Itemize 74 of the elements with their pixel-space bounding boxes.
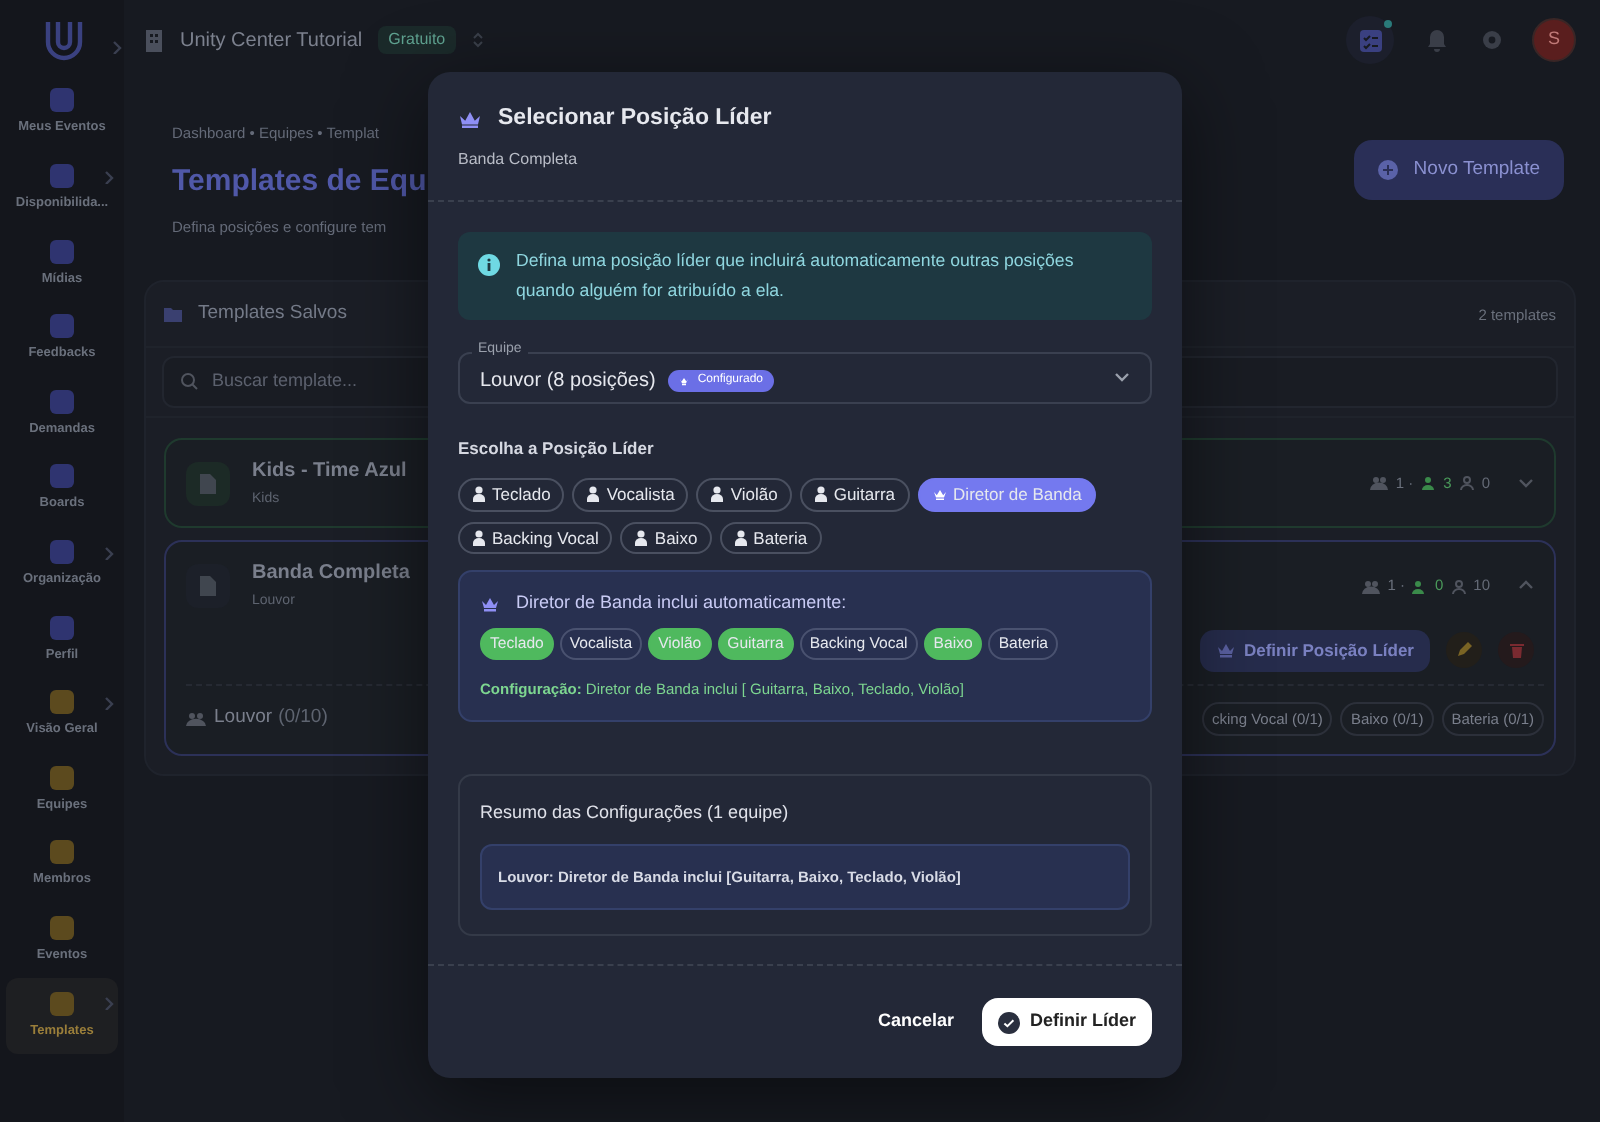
crown-icon	[1215, 642, 1236, 659]
folder-icon	[164, 306, 182, 323]
modal-subtitle: Banda Completa	[458, 148, 580, 173]
position-chip[interactable]: Backing Vocal	[458, 521, 613, 555]
notification-dot	[1384, 20, 1392, 28]
people-icon	[1361, 579, 1380, 593]
modal-title: Selecionar Posição Líder	[498, 104, 772, 134]
chevron-up-icon	[1518, 578, 1534, 594]
pencil-icon	[1456, 642, 1472, 659]
position-chip[interactable]: Vocalista	[572, 477, 689, 512]
person-icon	[472, 530, 486, 547]
person-outline-icon	[1451, 579, 1466, 593]
plan-badge: Gratuito	[378, 26, 456, 54]
settings-icon[interactable]	[1480, 28, 1504, 52]
sort-icon	[471, 30, 484, 50]
trash-icon	[1509, 642, 1523, 659]
summary-title: Resumo das Configurações (1 equipe)	[480, 799, 791, 826]
section-heading: Escolha a Posição Líder	[458, 436, 656, 462]
position-chip[interactable]: Diretor de Banda	[917, 477, 1096, 512]
crown-icon	[480, 596, 500, 613]
template-name: Kids - Time Azul	[252, 457, 407, 486]
person-icon	[733, 530, 748, 547]
includes-title: Diretor de Banda inclui automaticamente:	[516, 590, 847, 617]
edit-button[interactable]	[1446, 632, 1482, 669]
position-chip[interactable]: Bateria	[719, 521, 822, 555]
logo-icon	[41, 16, 85, 64]
person-check-icon	[1421, 476, 1436, 490]
crown-icon	[458, 109, 482, 129]
avatar[interactable]: S	[1532, 18, 1576, 62]
leader-button[interactable]: Definir Posição Líder	[1199, 629, 1430, 671]
person-icon	[586, 486, 601, 503]
team-filled: (0/10)	[278, 704, 328, 732]
delete-button[interactable]	[1498, 632, 1534, 669]
card-title: Templates Salvos	[198, 300, 347, 328]
bell-icon[interactable]	[1426, 28, 1448, 52]
chevron-right-icon	[110, 39, 124, 53]
team-name: Louvor	[214, 704, 273, 732]
person-icon	[634, 530, 649, 547]
info-text: Defina uma posição líder que incluirá automaticamente outras posições quando alguém for atribuído a ela.	[516, 248, 1076, 305]
template-name: Banda Completa	[252, 560, 410, 589]
org-name[interactable]: Unity Center Tutorial	[180, 25, 363, 55]
person-icon	[472, 486, 486, 503]
person-outline-icon	[1459, 476, 1474, 490]
plus-icon	[1377, 160, 1398, 181]
chevron-right-icon	[102, 545, 116, 560]
cancel-button[interactable]: Cancelar	[865, 1000, 966, 1044]
confirm-button[interactable]: Definir Líder	[981, 998, 1152, 1046]
people-icon	[1369, 476, 1388, 490]
person-check-icon	[1412, 579, 1427, 593]
new-template-button[interactable]: Novo Template	[1353, 140, 1564, 201]
document-icon	[200, 576, 216, 596]
crown-icon	[677, 376, 690, 387]
chevron-right-icon	[102, 169, 116, 184]
tasks-button[interactable]	[1346, 16, 1394, 64]
position-chip[interactable]: Guitarra	[799, 477, 910, 512]
position-chip[interactable]: Teclado	[458, 477, 565, 512]
page-title: Templates de Equ	[172, 162, 427, 203]
people-icon	[186, 711, 206, 726]
select-value: Louvor (8 posições)	[480, 368, 656, 397]
chevron-right-icon	[102, 996, 116, 1011]
check-circle-icon	[997, 1011, 1020, 1034]
document-icon	[200, 473, 216, 493]
chevron-down-icon	[1114, 370, 1130, 387]
crown-icon	[931, 488, 948, 501]
info-icon	[478, 254, 500, 277]
chevron-right-icon	[102, 695, 116, 710]
person-icon	[710, 486, 725, 503]
building-icon	[144, 28, 164, 52]
checklist-icon	[1359, 29, 1381, 51]
chevron-down-icon	[1518, 475, 1534, 491]
search-icon	[180, 372, 198, 391]
person-icon	[813, 486, 828, 503]
position-chip[interactable]: Baixo	[620, 521, 712, 555]
position-chip[interactable]: Violão	[696, 477, 792, 512]
